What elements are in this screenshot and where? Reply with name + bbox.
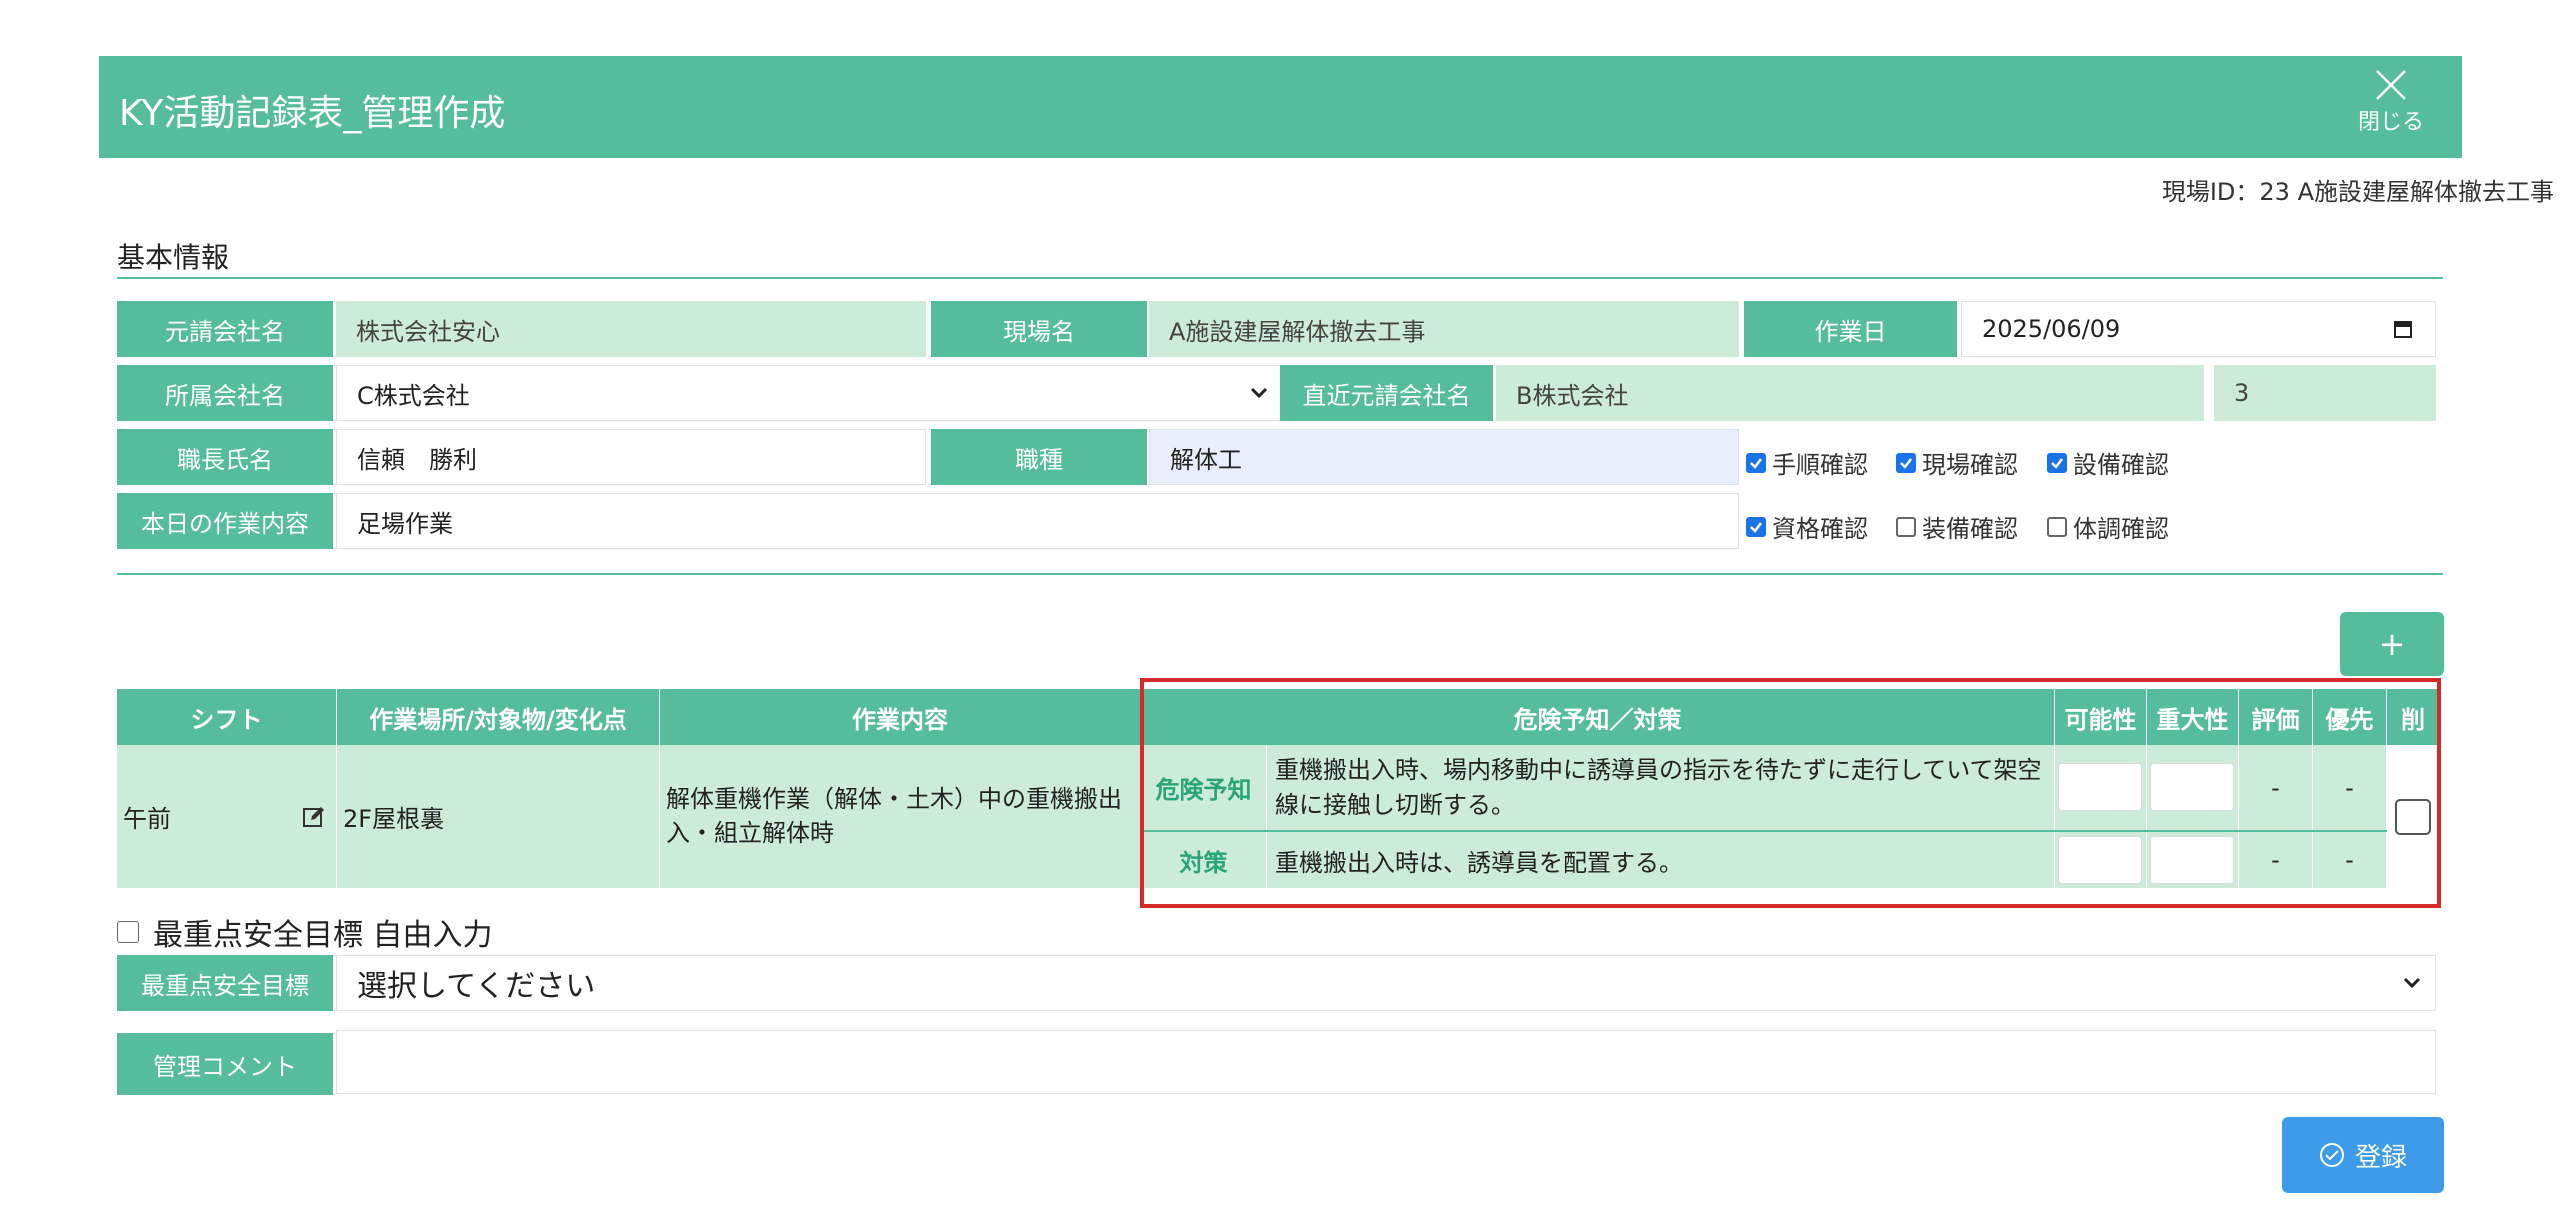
goal-value: 選択してください <box>357 969 596 1004</box>
section-divider <box>117 277 2443 279</box>
cell-place: 2F屋根裏 <box>337 745 660 888</box>
job-type-label: 職種 <box>931 429 1147 485</box>
submit-label: 登録 <box>2354 1142 2407 1173</box>
submit-button[interactable]: 登録 <box>2282 1117 2444 1193</box>
affiliation-value: C株式会社 <box>357 381 470 410</box>
prime-contractor-field: 株式会社安心 <box>336 301 926 357</box>
measure-severity-input[interactable] <box>2150 836 2234 884</box>
checkbox-unchecked-icon <box>117 921 139 943</box>
check-label: 体調確認 <box>2073 515 2169 543</box>
measure-evaluation: - <box>2239 832 2313 888</box>
close-label: 閉じる <box>2357 110 2424 135</box>
checkbox-unchecked-icon <box>1896 516 1916 537</box>
th-priority: 優先 <box>2313 689 2387 745</box>
site-id: 現場ID：23 A施設建屋解体撤去工事 <box>2161 178 2554 206</box>
add-row-button[interactable]: + <box>2340 612 2444 676</box>
goal-select[interactable]: 選択してください <box>336 955 2436 1011</box>
affiliation-select[interactable]: C株式会社 <box>336 365 1283 421</box>
hazard-priority: - <box>2313 745 2387 830</box>
measure-tag: 対策 <box>1141 832 1267 888</box>
measure-text: 重機搬出入時は、誘導員を配置する。 <box>1267 832 2055 888</box>
hazard-text: 重機搬出入時、場内移動中に誘導員の指示を待たずに走行していて架空線に接触し切断す… <box>1267 745 2055 830</box>
th-severity: 重大性 <box>2147 689 2239 745</box>
work-date-label: 作業日 <box>1744 301 1957 357</box>
checkbox-checked-icon <box>1896 452 1916 473</box>
check-circle-icon <box>2319 1143 2344 1167</box>
check-procedure[interactable]: 手順確認 <box>1746 445 1868 480</box>
th-possibility: 可能性 <box>2055 689 2147 745</box>
foreman-label: 職長氏名 <box>117 429 333 485</box>
shift-value: 午前 <box>123 805 171 833</box>
today-work-label: 本日の作業内容 <box>117 493 333 549</box>
th-hazard: 危険予知／対策 <box>1141 689 2055 745</box>
section-title: 基本情報 <box>117 241 230 274</box>
cell-measure-severity <box>2147 832 2239 888</box>
checkbox-checked-icon <box>2047 452 2067 473</box>
check-label: 設備確認 <box>2073 451 2169 479</box>
goal-label: 最重点安全目標 <box>117 955 333 1011</box>
affiliation-label: 所属会社名 <box>117 365 333 421</box>
count-field: 3 <box>2214 365 2436 421</box>
site-name-label: 現場名 <box>931 301 1147 357</box>
check-qualification[interactable]: 資格確認 <box>1746 509 1868 544</box>
close-button[interactable]: 閉じる <box>2356 68 2426 136</box>
free-input-checkbox[interactable]: 最重点安全目標 自由入力 <box>117 910 493 954</box>
direct-prime-field: B株式会社 <box>1496 365 2204 421</box>
hazard-severity-input[interactable] <box>2150 763 2234 811</box>
hazard-tag: 危険予知 <box>1141 745 1267 830</box>
comment-label: 管理コメント <box>117 1033 333 1095</box>
check-label: 装備確認 <box>1922 515 2018 543</box>
free-input-label: 最重点安全目標 自由入力 <box>153 918 493 953</box>
cell-work: 解体重機作業（解体・土木）中の重機搬出入・組立解体時 <box>660 745 1141 888</box>
cell-measure-possibility <box>2055 832 2147 888</box>
work-date-input[interactable]: 2025/06/09 <box>1961 301 2436 357</box>
checkbox-checked-icon <box>1746 452 1766 473</box>
foreman-input[interactable]: 信頼 勝利 <box>336 429 926 485</box>
th-evaluation: 評価 <box>2239 689 2313 745</box>
check-health[interactable]: 体調確認 <box>2047 509 2169 544</box>
comment-input[interactable] <box>336 1030 2436 1094</box>
close-icon <box>2376 70 2406 100</box>
cell-delete <box>2387 745 2439 888</box>
hazard-possibility-input[interactable] <box>2058 763 2142 811</box>
prime-contractor-label: 元請会社名 <box>117 301 333 357</box>
today-work-input[interactable]: 足場作業 <box>336 493 1739 549</box>
job-type-input[interactable]: 解体工 <box>1149 429 1739 485</box>
page-title: KY活動記録表_管理作成 <box>119 93 506 134</box>
hazard-evaluation: - <box>2239 745 2313 830</box>
measure-priority: - <box>2313 832 2387 888</box>
cell-shift: 午前 <box>117 745 337 888</box>
cell-hazard-severity <box>2147 745 2239 830</box>
th-delete: 削 <box>2387 689 2439 745</box>
chevron-down-icon <box>1250 387 1268 399</box>
check-label: 資格確認 <box>1772 515 1868 543</box>
modal-header: KY活動記録表_管理作成 閉じる <box>99 56 2462 158</box>
check-site[interactable]: 現場確認 <box>1896 445 2018 480</box>
check-gear[interactable]: 装備確認 <box>1896 509 2018 544</box>
checkbox-unchecked-icon <box>2047 516 2067 537</box>
direct-prime-label: 直近元請会社名 <box>1280 365 1493 421</box>
check-label: 手順確認 <box>1772 451 1868 479</box>
chevron-down-icon <box>2403 977 2421 989</box>
edit-icon[interactable] <box>302 805 326 829</box>
delete-checkbox[interactable] <box>2394 798 2431 835</box>
site-name-field: A施設建屋解体撤去工事 <box>1149 301 1739 357</box>
measure-possibility-input[interactable] <box>2058 836 2142 884</box>
th-work: 作業内容 <box>660 689 1141 745</box>
check-label: 現場確認 <box>1922 451 2018 479</box>
section-divider <box>117 573 2443 575</box>
th-shift: シフト <box>117 689 337 745</box>
work-date-value: 2025/06/09 <box>1982 315 2121 343</box>
th-place: 作業場所/対象物/変化点 <box>337 689 660 745</box>
checkbox-checked-icon <box>1746 516 1766 537</box>
check-equipment[interactable]: 設備確認 <box>2047 445 2169 480</box>
cell-hazard-possibility <box>2055 745 2147 830</box>
calendar-icon[interactable] <box>2393 319 2413 339</box>
